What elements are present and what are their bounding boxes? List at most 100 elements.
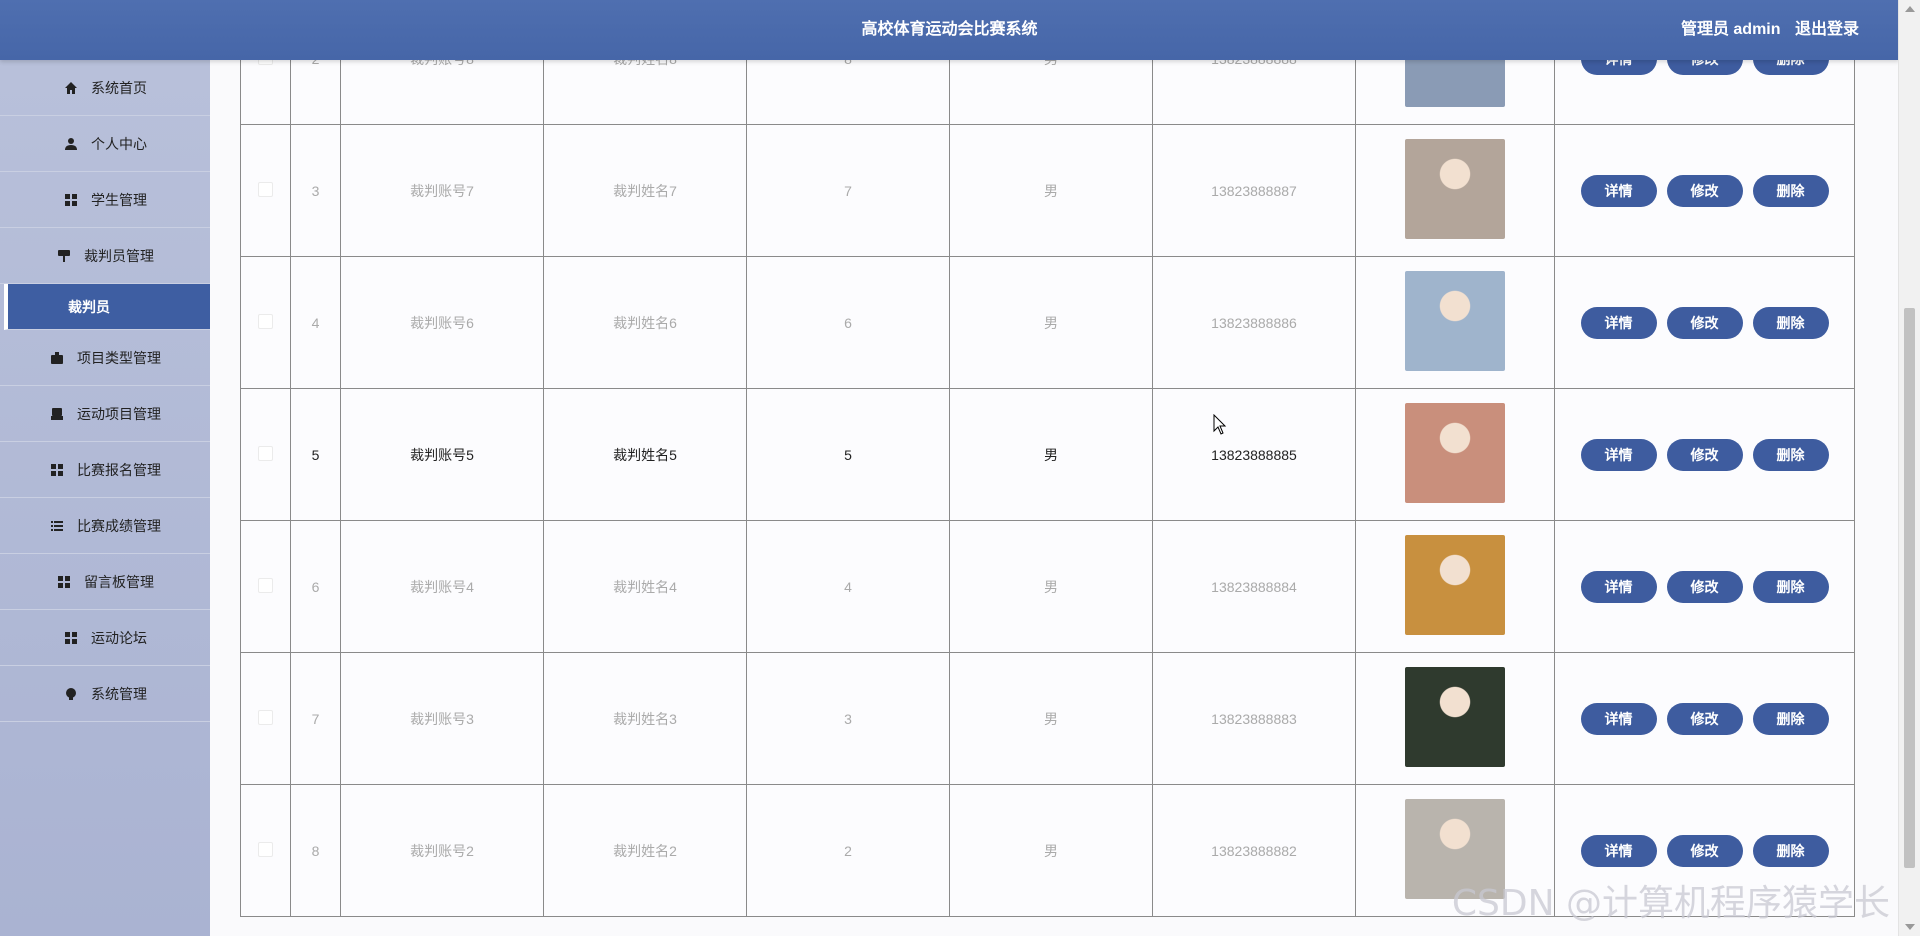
home-icon <box>63 80 79 96</box>
scrollbar-thumb[interactable] <box>1904 308 1915 868</box>
row-checkbox[interactable] <box>258 577 273 593</box>
photo-cell <box>1355 520 1555 653</box>
main-content: 2裁判账号8裁判姓名88男13823888888详情修改删除3裁判账号7裁判姓名… <box>210 60 1898 936</box>
checkbox-cell[interactable] <box>240 388 291 521</box>
checkbox-cell[interactable] <box>240 784 291 917</box>
row-checkbox[interactable] <box>258 60 273 65</box>
edit-button[interactable]: 修改 <box>1666 834 1743 867</box>
actions-cell: 详情修改删除 <box>1554 784 1855 917</box>
referee-table: 2裁判账号8裁判姓名88男13823888888详情修改删除3裁判账号7裁判姓名… <box>240 60 1855 917</box>
account-cell: 裁判账号5 <box>340 388 544 521</box>
delete-button[interactable]: 删除 <box>1752 834 1829 867</box>
sidebar-item-4[interactable]: 项目类型管理 <box>0 330 210 386</box>
checkbox-cell[interactable] <box>240 256 291 389</box>
delete-button[interactable]: 删除 <box>1752 438 1829 471</box>
detail-button[interactable]: 详情 <box>1580 306 1657 339</box>
detail-button[interactable]: 详情 <box>1580 438 1657 471</box>
table-row: 7 裁判账号3 裁判姓名3 3 男 13823888883 详情 修改 删除 <box>240 652 1855 785</box>
photo-cell <box>1355 784 1555 917</box>
sidebar-item-label: 系统首页 <box>91 79 147 96</box>
number-cell: 8 <box>746 60 950 125</box>
sidebar-item-label: 系统管理 <box>91 685 147 702</box>
account-cell: 裁判账号8 <box>340 60 544 125</box>
sidebar-item-label: 学生管理 <box>91 191 147 208</box>
checkbox-cell[interactable] <box>240 124 291 257</box>
sidebar-item-7[interactable]: 比赛成绩管理 <box>0 498 210 554</box>
sidebar-menu: 系统首页个人中心学生管理裁判员管理裁判员 项目类型管理 运动项目管理 比赛报名管理 比赛… <box>0 60 211 936</box>
checkbox-cell[interactable] <box>240 520 291 653</box>
row-checkbox[interactable] <box>258 181 273 197</box>
sidebar-item-2[interactable]: 学生管理 <box>0 172 210 228</box>
avatar-photo <box>1405 271 1505 371</box>
sidebar-item-6[interactable]: 比赛报名管理 <box>0 442 210 498</box>
name-cell: 裁判姓名4 <box>543 520 747 653</box>
row-checkbox[interactable] <box>258 445 273 461</box>
edit-button[interactable]: 修改 <box>1666 174 1743 207</box>
number-cell: 2 <box>746 784 950 917</box>
detail-button[interactable]: 详情 <box>1580 570 1657 603</box>
phone-cell: 13823888884 <box>1152 520 1356 653</box>
delete-button[interactable]: 删除 <box>1752 60 1829 75</box>
delete-button[interactable]: 删除 <box>1752 306 1829 339</box>
name-cell: 裁判姓名3 <box>543 652 747 785</box>
delete-button[interactable]: 删除 <box>1752 702 1829 735</box>
edit-button[interactable]: 修改 <box>1666 438 1743 471</box>
row-checkbox[interactable] <box>258 709 273 725</box>
sex-cell: 男 <box>949 124 1153 257</box>
sex-cell: 男 <box>949 520 1153 653</box>
index-cell: 4 <box>290 256 341 389</box>
sidebar-item-label: 个人中心 <box>91 135 147 152</box>
index-cell: 8 <box>290 784 341 917</box>
edit-button[interactable]: 修改 <box>1666 702 1743 735</box>
detail-button[interactable]: 详情 <box>1580 834 1657 867</box>
name-cell: 裁判姓名5 <box>543 388 747 521</box>
table-row: 5 裁判账号5 裁判姓名5 5 男 13823888885 详情 修改 删除 <box>240 388 1855 521</box>
row-checkbox[interactable] <box>258 313 273 329</box>
table-row: 2裁判账号8裁判姓名88男13823888888 详情修改删除 <box>240 60 1855 125</box>
sidebar-item-10[interactable]: 系统管理 <box>0 666 210 722</box>
sex-cell: 男 <box>949 60 1153 125</box>
sidebar-item-label: 运动论坛 <box>91 629 147 646</box>
phone-cell: 13823888888 <box>1152 60 1356 125</box>
sidebar-item-9[interactable]: 运动论坛 <box>0 610 210 666</box>
phone-cell: 13823888882 <box>1152 784 1356 917</box>
sidebar-item-3[interactable]: 裁判员管理 <box>0 228 210 284</box>
photo-cell <box>1355 256 1555 389</box>
sidebar-item-0[interactable]: 系统首页 <box>0 60 210 116</box>
grid-icon <box>56 574 72 590</box>
photo-cell <box>1355 60 1555 125</box>
detail-button[interactable]: 详情 <box>1580 60 1657 75</box>
sidebar-subitem-referee[interactable]: 裁判员 <box>4 284 210 330</box>
flag-icon <box>56 248 72 264</box>
avatar-photo <box>1405 667 1505 767</box>
actions-cell: 详情修改删除 <box>1554 256 1855 389</box>
account-cell: 裁判账号2 <box>340 784 544 917</box>
grid-icon <box>49 462 65 478</box>
account-cell: 裁判账号4 <box>340 520 544 653</box>
checkbox-cell[interactable] <box>240 60 291 125</box>
delete-button[interactable]: 删除 <box>1752 174 1829 207</box>
page-scrollbar[interactable] <box>1898 0 1920 936</box>
edit-button[interactable]: 修改 <box>1666 60 1743 75</box>
scroll-down-icon[interactable] <box>1905 924 1915 930</box>
delete-button[interactable]: 删除 <box>1752 570 1829 603</box>
detail-button[interactable]: 详情 <box>1580 702 1657 735</box>
edit-button[interactable]: 修改 <box>1666 570 1743 603</box>
actions-cell: 详情修改删除 <box>1554 652 1855 785</box>
phone-cell: 13823888886 <box>1152 256 1356 389</box>
number-cell: 5 <box>746 388 950 521</box>
mouse-cursor-icon <box>1213 414 1227 435</box>
row-checkbox[interactable] <box>258 841 273 857</box>
scroll-up-icon[interactable] <box>1905 6 1915 12</box>
logout-link[interactable]: 退出登录 <box>1795 21 1859 38</box>
detail-button[interactable]: 详情 <box>1580 174 1657 207</box>
sidebar-item-label: 裁判员管理 <box>84 247 154 264</box>
checkbox-cell[interactable] <box>240 652 291 785</box>
sidebar-item-8[interactable]: 留言板管理 <box>0 554 210 610</box>
grid-icon <box>63 630 79 646</box>
sidebar-item-1[interactable]: 个人中心 <box>0 116 210 172</box>
avatar-photo <box>1405 535 1505 635</box>
edit-button[interactable]: 修改 <box>1666 306 1743 339</box>
phone-cell: 13823888885 <box>1152 388 1356 521</box>
sidebar-item-5[interactable]: 运动项目管理 <box>0 386 210 442</box>
